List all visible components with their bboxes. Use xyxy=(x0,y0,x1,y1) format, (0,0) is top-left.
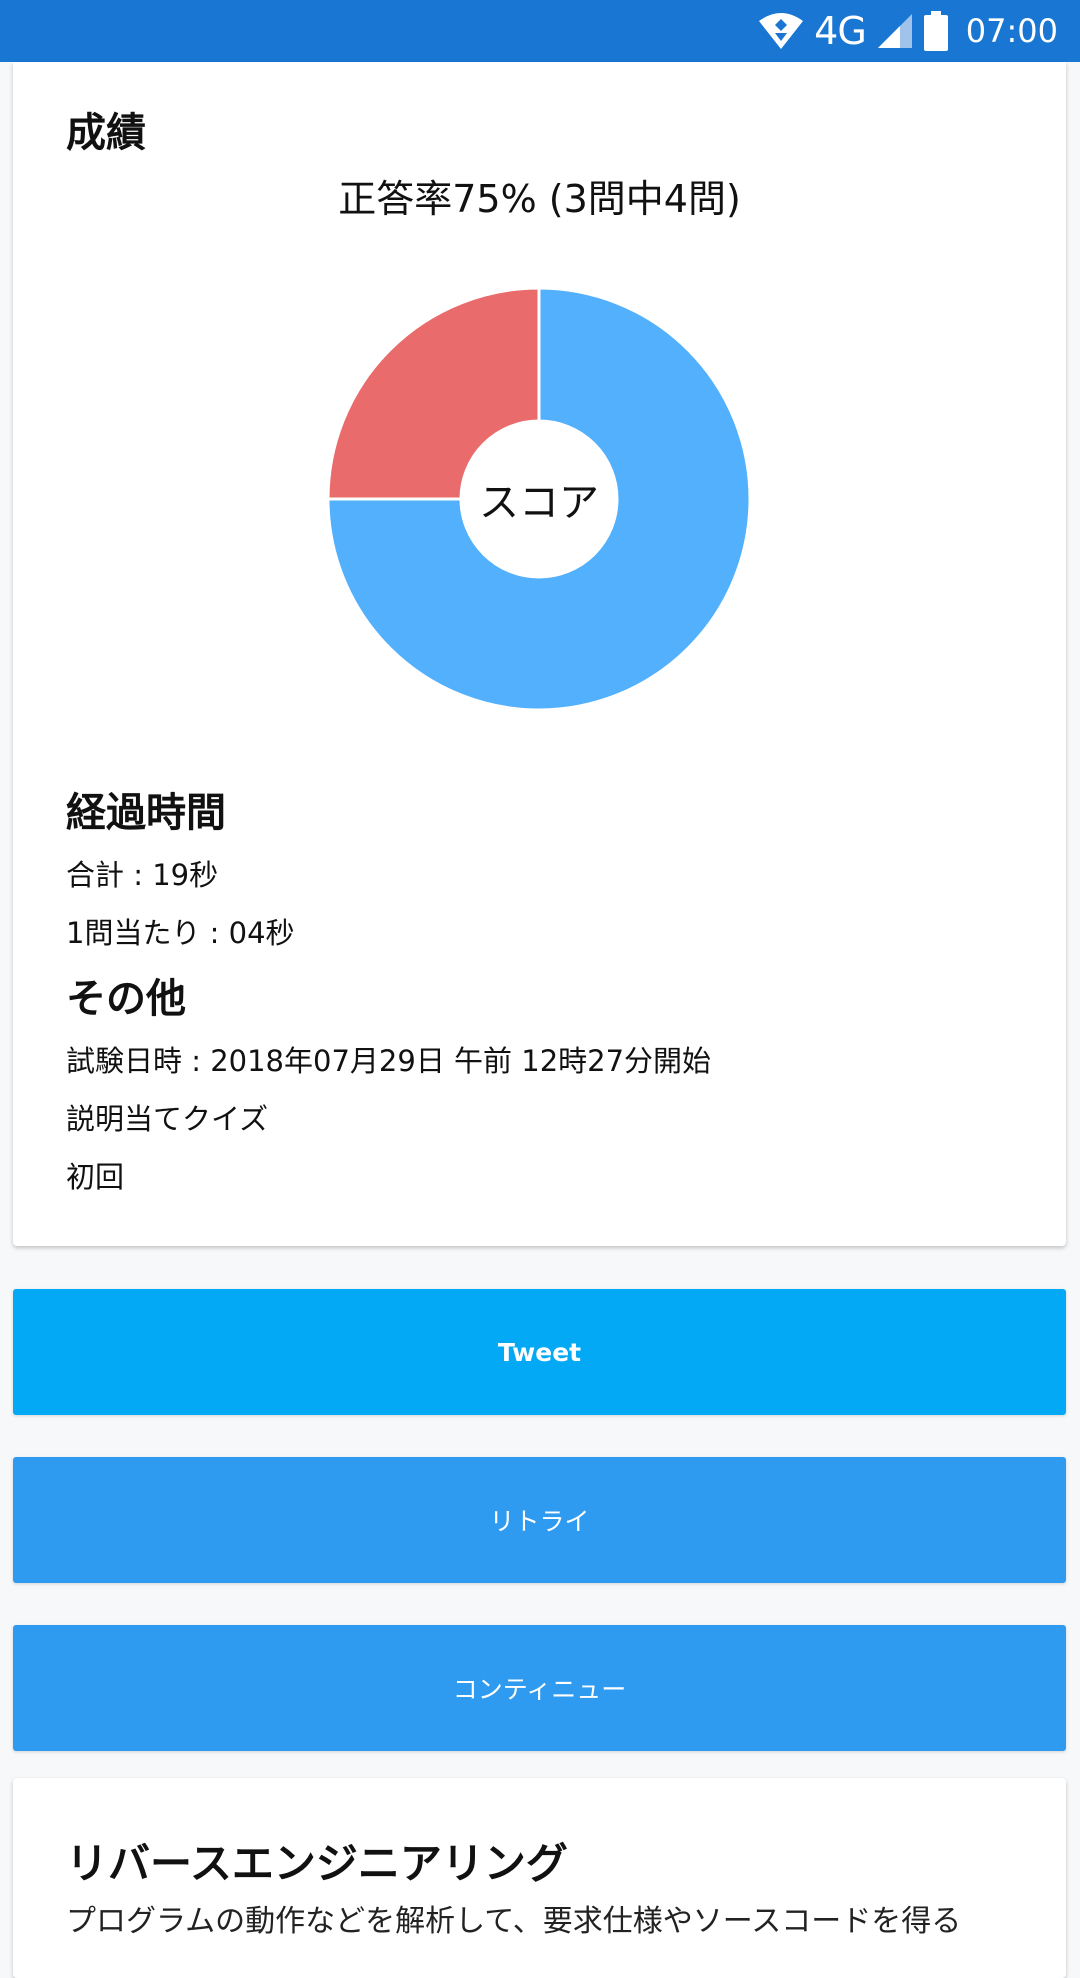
cell-signal-icon xyxy=(876,12,914,50)
donut-slice-incorrect xyxy=(326,286,541,501)
results-card: 成績 正答率75% (3問中4問) スコア 経過時間 合計 : 19秒 1問当た… xyxy=(13,62,1066,1246)
score-donut-chart: スコア xyxy=(324,284,754,714)
clock: 07:00 xyxy=(965,12,1058,50)
quiz-type: 説明当てクイズ xyxy=(66,1102,269,1136)
network-type-label: 4G xyxy=(814,9,867,53)
exam-datetime: 試験日時 : 2018年07月29日 午前 12時27分開始 xyxy=(66,1044,712,1078)
results-heading: 成績 xyxy=(66,110,146,156)
term-title: リバースエンジニアリング xyxy=(66,1839,568,1888)
retry-button[interactable]: リトライ xyxy=(13,1457,1066,1583)
attempt-label: 初回 xyxy=(66,1160,125,1194)
tweet-button[interactable]: Tweet xyxy=(13,1289,1066,1415)
elapsed-heading: 経過時間 xyxy=(66,790,226,836)
elapsed-per-question: 1問当たり : 04秒 xyxy=(66,916,295,950)
other-heading: その他 xyxy=(66,976,186,1022)
donut-svg xyxy=(326,286,752,712)
score-caption: 正答率75% (3問中4問) xyxy=(338,177,741,221)
elapsed-total: 合計 : 19秒 xyxy=(66,858,219,892)
term-description: プログラムの動作などを解析して、要求仕様やソースコードを得る xyxy=(66,1904,962,1939)
term-card[interactable]: リバースエンジニアリング プログラムの動作などを解析して、要求仕様やソースコード… xyxy=(13,1778,1066,1978)
continue-button[interactable]: コンティニュー xyxy=(13,1625,1066,1751)
battery-icon xyxy=(923,11,948,51)
wifi-icon xyxy=(758,11,804,51)
status-bar: 4G 07:00 xyxy=(0,0,1080,62)
